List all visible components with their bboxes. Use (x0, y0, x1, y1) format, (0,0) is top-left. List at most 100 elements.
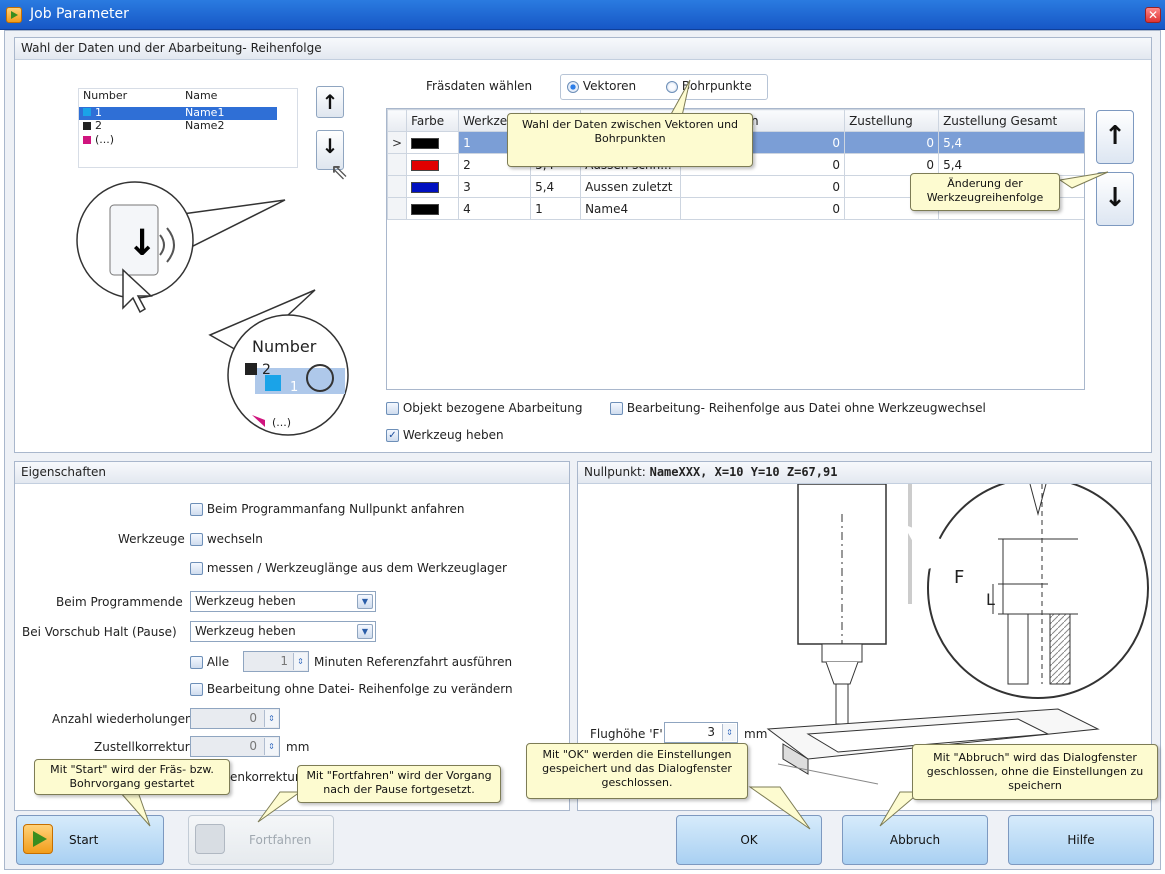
chk-objekt-label: Objekt bezogene Abarbeitung (402, 401, 583, 415)
pause-icon (195, 824, 225, 854)
mini-header-name: Name (185, 89, 218, 102)
flughoehe-value: 3 (707, 725, 715, 739)
nullpunkt-header: Nullpunkt: NameXXX, X=10 Y=10 Z=67,91 (578, 462, 1151, 484)
zustell-stepper[interactable]: 0 ⇕ (190, 736, 280, 757)
mini-table: Number Name 1 Name1 2 Name2 (...) (78, 88, 298, 168)
color-swatch (411, 137, 440, 149)
checkbox-icon (190, 683, 203, 696)
chk-wechseln-label: wechseln (206, 532, 263, 546)
tool-cell[interactable]: 4 (458, 197, 532, 220)
close-icon[interactable]: ✕ (1145, 7, 1161, 23)
zoom-row-1: 1 (290, 380, 299, 395)
mini-row-selected (79, 107, 277, 120)
mini-swatch-2 (83, 122, 91, 130)
color-swatch (411, 159, 440, 171)
anzahl-stepper[interactable]: 0 ⇕ (190, 708, 280, 729)
color-cell[interactable] (406, 197, 460, 220)
chk-ohne-datei[interactable]: Bearbeitung ohne Datei- Reihenfolge zu v… (190, 682, 513, 696)
checkbox-icon (190, 656, 203, 669)
spinner-icon[interactable]: ⇕ (293, 653, 307, 670)
zoom-header-number: Number (252, 337, 317, 356)
mini-up-button[interactable]: ↑ (316, 86, 344, 118)
chk-alle[interactable]: Alle (190, 655, 229, 669)
spinner-icon[interactable]: ⇕ (722, 724, 736, 741)
callout-start: Mit "Start" wird der Fräs- bzw. Bohrvorg… (34, 759, 230, 795)
grid-header-farbe[interactable]: Farbe (406, 109, 460, 132)
row-marker (387, 175, 408, 198)
gesamt-cell[interactable]: 5,4 (938, 131, 1084, 154)
mini-row1-num: 1 (95, 106, 102, 119)
chk-messen-label: messen / Werkzeuglänge aus dem Werkzeugl… (206, 561, 507, 575)
zustell-value: 0 (249, 739, 257, 753)
radio-vektoren-label: Vektoren (582, 79, 637, 93)
diam-cell[interactable]: 1 (530, 197, 582, 220)
tool-cell[interactable]: 3 (458, 175, 532, 198)
callout-aenderung: Änderung der Werkzeugreihenfolge (910, 173, 1060, 211)
app-icon (6, 7, 22, 23)
callout-ok: Mit "OK" werden die Einstellungen gespei… (526, 743, 748, 799)
zoom-illustration: ↓ (76, 181, 349, 436)
chk-heben[interactable]: ✓ Werkzeug heben (386, 428, 504, 442)
color-swatch (411, 181, 440, 193)
mini-header-number: Number (83, 89, 128, 102)
color-cell[interactable] (406, 175, 460, 198)
color-cell[interactable] (406, 131, 460, 154)
diagram-f-label: F (954, 567, 965, 588)
hilfe-button[interactable]: Hilfe (1008, 815, 1154, 865)
fraesdaten-label: Fräsdaten wählen (426, 79, 533, 93)
move-up-button[interactable]: ↑ (1096, 110, 1134, 164)
name-cell[interactable]: Name4 (580, 197, 682, 220)
zustell-label: Zustellkorrektur (94, 740, 190, 754)
color-cell[interactable] (406, 153, 460, 176)
checkbox-icon (190, 562, 203, 575)
chk-heben-label: Werkzeug heben (402, 428, 504, 442)
mini-row3-num: (...) (95, 133, 115, 146)
flughoehe-stepper[interactable]: 3 ⇕ (664, 722, 738, 743)
grid-header-zustellung[interactable]: Zustellung (844, 109, 940, 132)
programmende-select[interactable]: Werkzeug heben ▼ (190, 591, 376, 612)
title-bar: Job Parameter ✕ (0, 0, 1165, 30)
zustell-unit: mm (286, 740, 310, 754)
checkbox-icon (386, 402, 399, 415)
row-marker (387, 153, 408, 176)
spinner-icon[interactable]: ⇕ (264, 738, 278, 755)
diam-cell[interactable]: 5,4 (530, 175, 582, 198)
row-marker: > (387, 131, 408, 154)
chk-messen[interactable]: messen / Werkzeuglänge aus dem Werkzeugl… (190, 561, 507, 575)
spinner-icon[interactable]: ⇕ (264, 710, 278, 727)
window-title: Job Parameter (30, 6, 129, 22)
play-icon (23, 824, 53, 854)
programmende-label: Beim Programmende (56, 595, 183, 609)
start-label: Start (69, 833, 99, 847)
mini-row2-num: 2 (95, 119, 102, 132)
mini-swatch-3 (83, 136, 91, 144)
werkzeuge-label: Werkzeuge (118, 532, 185, 546)
chk-reihenfolge[interactable]: Bearbeitung- Reihenfolge aus Datei ohne … (610, 401, 986, 415)
chk-objekt[interactable]: Objekt bezogene Abarbeitung (386, 401, 583, 415)
chk-reihenfolge-label: Bearbeitung- Reihenfolge aus Datei ohne … (626, 401, 986, 415)
fortfahren-label: Fortfahren (249, 833, 312, 847)
svg-text:↓: ↓ (127, 223, 157, 264)
vorschub-select[interactable]: Werkzeug heben ▼ (190, 621, 376, 642)
anzahl-label: Anzahl wiederholungen (52, 712, 193, 726)
zust-cell[interactable]: 0 (844, 131, 940, 154)
callout-fortfahren: Mit "Fortfahren" wird der Vorgang nach d… (297, 765, 501, 803)
radio-vektoren[interactable]: Vektoren (567, 79, 636, 93)
chk-nullpunkt[interactable]: Beim Programmanfang Nullpunkt anfahren (190, 502, 465, 516)
order-panel-title: Wahl der Daten und der Abarbeitung- Reih… (15, 38, 1151, 60)
chk-nullpunkt-label: Beim Programmanfang Nullpunkt anfahren (206, 502, 465, 516)
chevron-down-icon[interactable]: ▼ (357, 594, 373, 609)
chevron-down-icon[interactable]: ▼ (357, 624, 373, 639)
mini-row1-name: Name1 (185, 106, 225, 119)
chk-wechseln[interactable]: wechseln (190, 532, 263, 546)
color-swatch (411, 203, 440, 215)
vorschub-value: Werkzeug heben (195, 624, 296, 638)
nullpunkt-value: NameXXX, X=10 Y=10 Z=67,91 (649, 465, 838, 479)
alle-stepper[interactable]: 1 ⇕ (243, 651, 309, 672)
rep-cell[interactable]: 0 (680, 197, 846, 220)
mini-swatch-1 (83, 108, 91, 116)
grid-header-gesamt[interactable]: Zustellung Gesamt (938, 109, 1084, 132)
rep-cell[interactable]: 0 (680, 175, 846, 198)
flughoehe-unit: mm (744, 727, 768, 741)
name-cell[interactable]: Aussen zuletzt (580, 175, 682, 198)
